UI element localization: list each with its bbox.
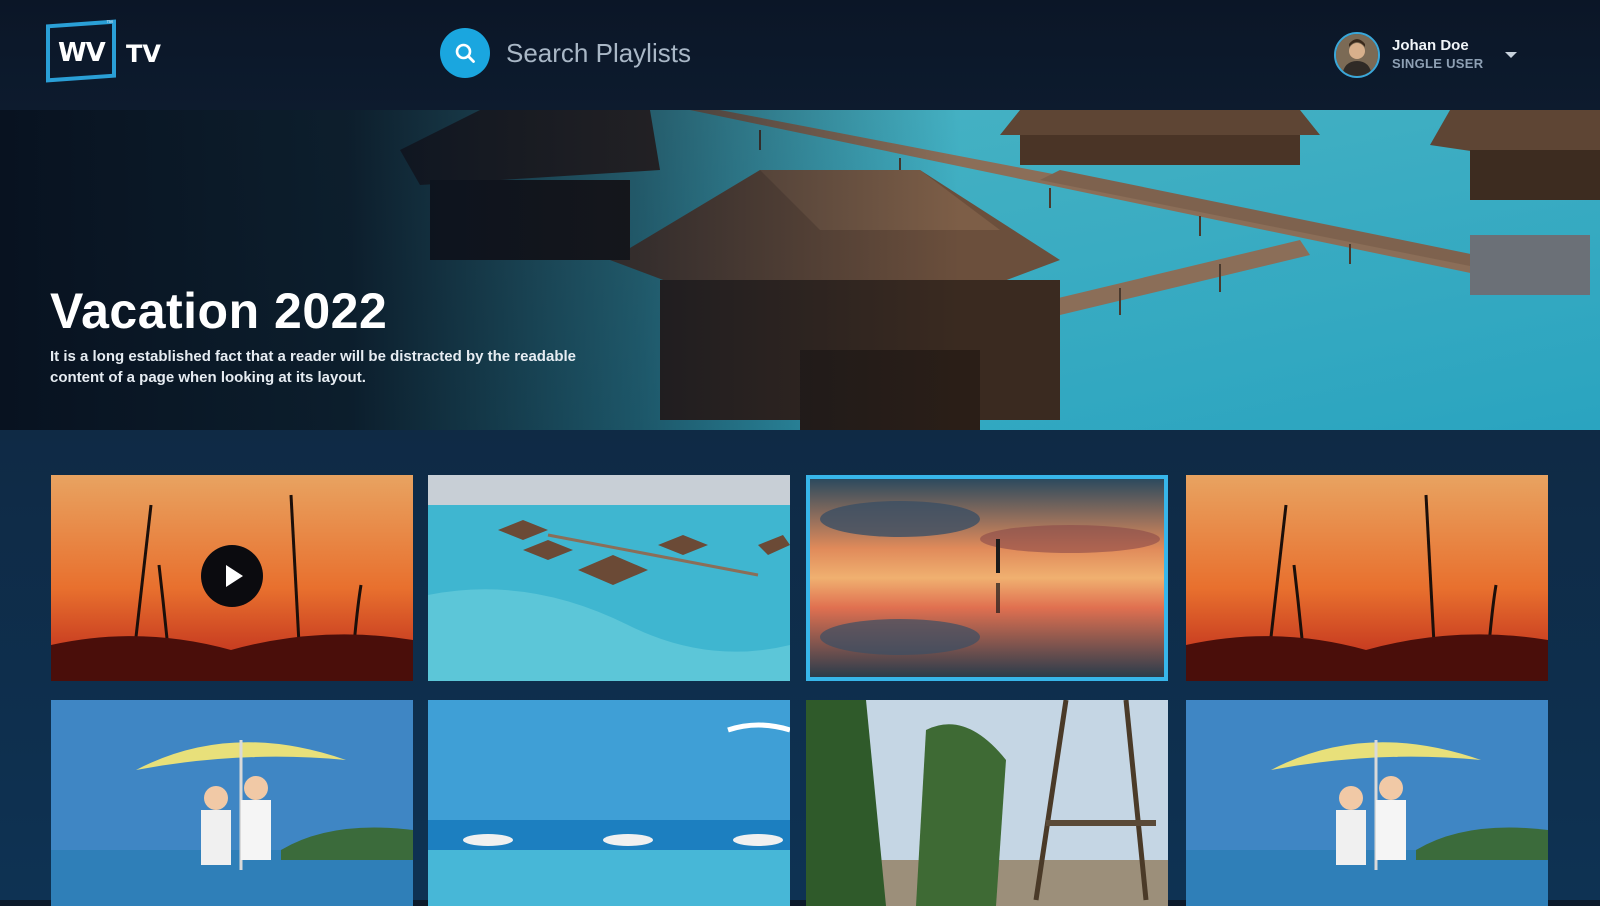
tile-thumbnail: [428, 700, 790, 906]
play-icon: [226, 565, 243, 587]
chevron-down-icon[interactable]: [1505, 52, 1518, 58]
playlist-tile[interactable]: [51, 475, 413, 681]
logo-trademark: ™: [106, 20, 113, 27]
search-bar: [440, 28, 828, 78]
tile-thumbnail: [428, 475, 790, 681]
playlist-grid: [0, 430, 1600, 906]
user-menu[interactable]: Johan Doe SINGLE USER: [1334, 30, 1518, 80]
user-info: Johan Doe SINGLE USER: [1392, 37, 1483, 73]
app-logo[interactable]: ™ WV TV: [46, 19, 166, 86]
playlist-tile[interactable]: [1186, 475, 1548, 681]
hero-title: Vacation 2022: [50, 283, 388, 339]
playlist-tile[interactable]: [428, 700, 790, 906]
search-button[interactable]: [440, 28, 490, 78]
tile-thumbnail: [1186, 475, 1548, 681]
avatar[interactable]: [1334, 32, 1380, 78]
tile-thumbnail: [806, 700, 1168, 906]
user-role: SINGLE USER: [1392, 56, 1484, 71]
search-input[interactable]: [504, 36, 828, 70]
playlist-tile[interactable]: [806, 700, 1168, 906]
top-bar: ™ WV TV Johan Doe SINGLE USER: [0, 0, 1600, 110]
tile-thumbnail: [51, 700, 413, 906]
logo-suffix: TV: [126, 40, 161, 68]
playlist-tile[interactable]: [51, 700, 413, 906]
avatar-image: [1336, 34, 1378, 76]
hero-banner[interactable]: Vacation 2022 It is a long established f…: [0, 110, 1600, 430]
user-name: Johan Doe: [1392, 37, 1469, 54]
play-button[interactable]: [201, 545, 263, 607]
playlist-tile[interactable]: [1186, 700, 1548, 906]
hero-description: It is a long established fact that a rea…: [50, 348, 576, 386]
tile-thumbnail: [1186, 700, 1548, 906]
search-icon: [455, 43, 475, 63]
logo-wordmark: WV: [58, 38, 106, 68]
playlist-tile-focused[interactable]: [806, 475, 1168, 681]
tile-thumbnail: [810, 479, 1164, 677]
playlist-tile[interactable]: [428, 475, 790, 681]
